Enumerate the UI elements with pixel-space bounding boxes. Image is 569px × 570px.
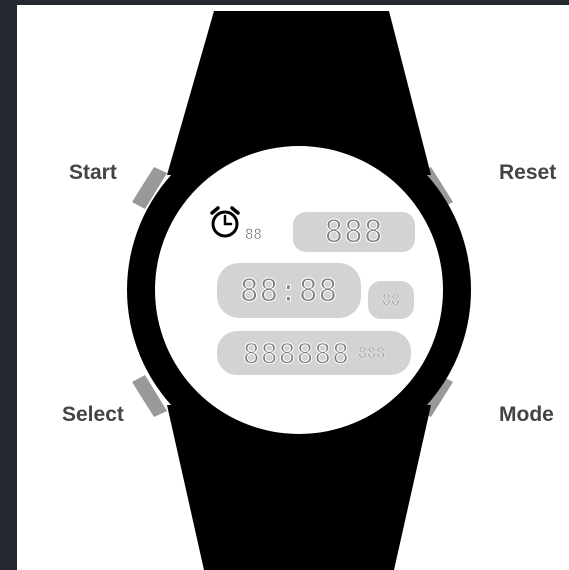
top-display-value: 888 xyxy=(324,214,384,251)
watch-app-frame: Start Reset Select Mode 88 888 88:88 88 … xyxy=(17,5,569,570)
time-display-value: 88:88 xyxy=(239,272,339,309)
seconds-display: 88 xyxy=(368,281,414,319)
start-label: Start xyxy=(69,161,117,184)
seconds-display-value: 88 xyxy=(381,291,401,310)
select-label: Select xyxy=(62,403,124,426)
mode-label: Mode xyxy=(499,403,554,426)
counter-display-value: 888888 xyxy=(242,336,351,370)
top-display: 888 xyxy=(293,212,415,252)
counter-display-small: 888 xyxy=(358,344,386,363)
counter-display: 888888 888 xyxy=(217,331,411,375)
alarm-digits: 88 xyxy=(245,227,262,244)
time-display: 88:88 xyxy=(217,263,361,318)
reset-label: Reset xyxy=(499,161,557,184)
alarm-clock-icon xyxy=(210,206,240,238)
